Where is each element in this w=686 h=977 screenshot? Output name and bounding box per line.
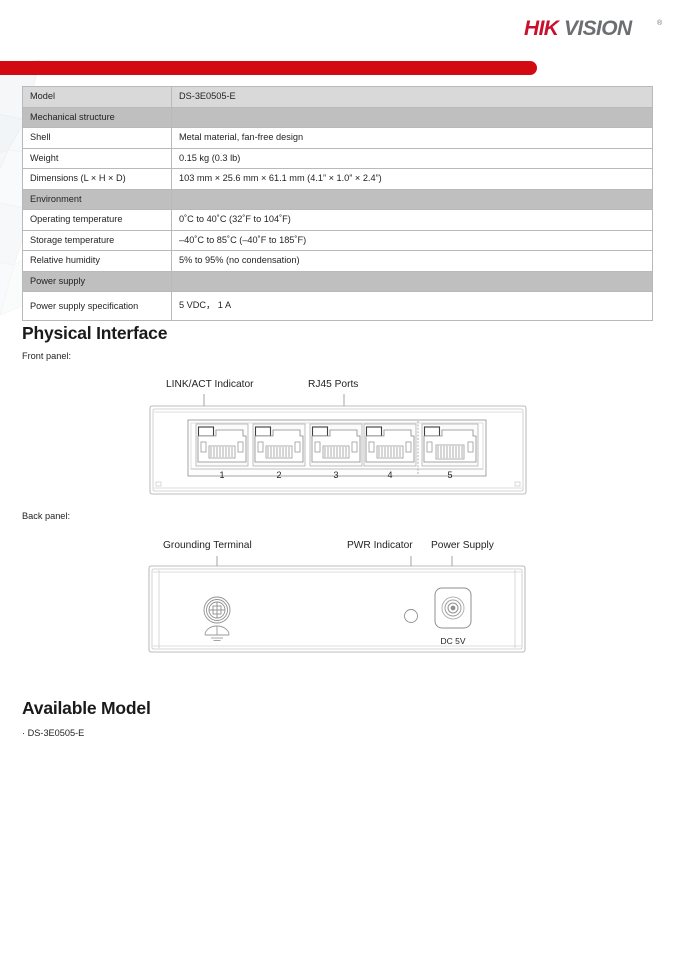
svg-text:VISION: VISION <box>564 17 633 40</box>
front-port-number-4: 4 <box>387 470 392 480</box>
cell-value: Metal material, fan-free design <box>171 127 653 149</box>
cell-label: Relative humidity <box>22 250 172 272</box>
cell-label: Model <box>22 86 172 108</box>
front-port-number-5: 5 <box>447 470 452 480</box>
list-item-label: DS-3E0505-E <box>27 728 85 738</box>
front-port-number-3: 3 <box>333 470 338 480</box>
svg-text:HIK: HIK <box>524 17 561 40</box>
cell-value <box>171 270 653 292</box>
cell-label: Power supply specification <box>22 291 172 321</box>
callout-power-supply: Power Supply <box>431 540 494 551</box>
cell-label: Environment <box>22 188 172 210</box>
back-panel-diagram: DC 5V <box>147 556 527 662</box>
table-row-dimensions: Dimensions (L × H × D) 103 mm × 25.6 mm … <box>22 168 653 190</box>
table-row-shell: Shell Metal material, fan-free design <box>22 127 653 149</box>
back-port-label: DC 5V <box>440 636 465 646</box>
cell-label: Mechanical structure <box>22 106 172 128</box>
table-row-section-power-supply: Power supply <box>22 270 653 292</box>
cell-value <box>171 106 653 128</box>
callout-grounding-terminal: Grounding Terminal <box>163 540 252 551</box>
cell-value: 5% to 95% (no condensation) <box>171 250 653 272</box>
cell-label: Weight <box>22 147 172 169</box>
page-title-physical-interface: Physical Interface <box>22 323 168 343</box>
grounding-screw-icon <box>203 596 231 624</box>
svg-text:®: ® <box>657 19 663 27</box>
callout-rj45-ports: RJ45 Ports <box>308 379 359 390</box>
table-row-relative-humidity: Relative humidity 5% to 95% (no condensa… <box>22 250 653 272</box>
table-row-section-environment: Environment <box>22 188 653 210</box>
accent-bar <box>0 61 537 75</box>
table-row-power-supply-specification: Power supply specification 5 VDC， 1 A <box>22 291 653 321</box>
cell-value: 0.15 kg (0.3 lb) <box>171 147 653 169</box>
table-row-model: Model DS-3E0505-E <box>22 86 653 108</box>
pwr-indicator-led-icon <box>404 609 418 623</box>
cell-label: Operating temperature <box>22 209 172 231</box>
cell-value: 103 mm × 25.6 mm × 61.1 mm (4.1” × 1.0” … <box>171 168 653 190</box>
cell-value: 5 VDC， 1 A <box>171 291 653 321</box>
callout-link-act-indicator: LINK/ACT Indicator <box>166 379 254 390</box>
table-row-operating-temperature: Operating temperature 0˚C to 40˚C (32˚F … <box>22 209 653 231</box>
specification-table: Model DS-3E0505-E Mechanical structure S… <box>22 86 653 321</box>
front-port-number-2: 2 <box>276 470 281 480</box>
table-row-section-mechanical: Mechanical structure <box>22 106 653 128</box>
available-model-list: · DS-3E0505-E <box>22 728 84 738</box>
document-page: HIK VISION ® Model DS-3E0505-E Mechanica… <box>0 0 686 977</box>
list-item: · DS-3E0505-E <box>22 728 84 738</box>
specification-table-body: Model DS-3E0505-E Mechanical structure S… <box>22 86 653 321</box>
back-panel-caption: Back panel: <box>22 511 71 521</box>
dc-power-jack-icon <box>434 587 472 629</box>
cell-label: Dimensions (L × H × D) <box>22 168 172 190</box>
cell-value: DS-3E0505-E <box>171 86 653 108</box>
cell-value: –40˚C to 85˚C (–40˚F to 185˚F) <box>171 229 653 251</box>
table-row-weight: Weight 0.15 kg (0.3 lb) <box>22 147 653 169</box>
cell-label: Storage temperature <box>22 229 172 251</box>
hikvision-logo: HIK VISION ® <box>524 16 664 42</box>
bullet-glyph: · <box>22 728 26 738</box>
cell-value: 0˚C to 40˚C (32˚F to 104˚F) <box>171 209 653 231</box>
cell-label: Shell <box>22 127 172 149</box>
front-panel-diagram: 1 2 3 4 5 <box>148 394 528 506</box>
front-panel-caption: Front panel: <box>22 351 72 361</box>
front-port-number-1: 1 <box>219 470 224 480</box>
cell-label: Power supply <box>22 270 172 292</box>
cell-value <box>171 188 653 210</box>
table-row-storage-temperature: Storage temperature –40˚C to 85˚C (–40˚F… <box>22 229 653 251</box>
callout-pwr-indicator: PWR Indicator <box>347 540 413 551</box>
page-title-available-model: Available Model <box>22 698 151 718</box>
